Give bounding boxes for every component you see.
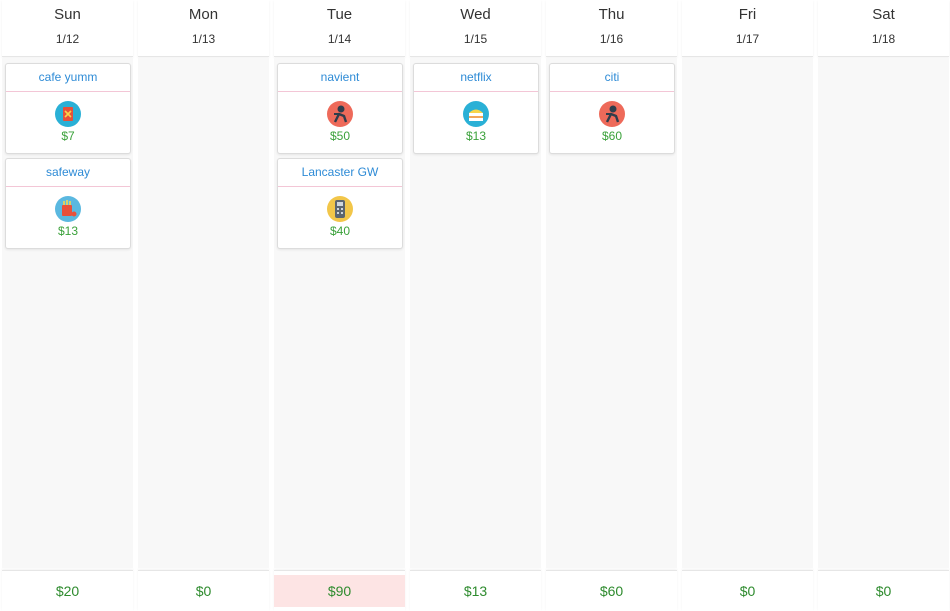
day-total: $13 [410, 570, 541, 611]
transaction-amount: $7 [61, 129, 75, 143]
day-column-fri: Fri 1/17 $0 [682, 0, 813, 611]
day-body: navient $50 Lancaster GW $40 [274, 58, 405, 568]
transaction-card[interactable]: safeway $13 [5, 158, 131, 249]
day-total: $90 [274, 570, 405, 611]
day-body: netflix $13 [410, 58, 541, 568]
day-name: Tue [326, 6, 353, 23]
transaction-card[interactable]: netflix $13 [413, 63, 539, 154]
transaction-title[interactable]: safeway [6, 159, 130, 187]
day-body [682, 58, 813, 568]
day-header: Fri 1/17 [682, 0, 813, 57]
day-name: Sun [54, 6, 81, 23]
transaction-title[interactable]: cafe yumm [6, 64, 130, 92]
day-total-amount: $0 [739, 583, 756, 599]
transaction-amount: $13 [465, 129, 487, 143]
cake-icon [463, 101, 489, 127]
food-drink-icon [55, 101, 81, 127]
transaction-amount: $13 [57, 224, 79, 238]
day-total-amount: $13 [463, 583, 488, 599]
day-header: Sat 1/18 [818, 0, 949, 57]
day-name: Thu [598, 6, 625, 23]
transaction-card[interactable]: Lancaster GW $40 [277, 158, 403, 249]
day-total: $0 [682, 570, 813, 611]
transaction-title[interactable]: citi [550, 64, 674, 92]
day-date: 1/17 [735, 32, 760, 46]
day-date: 1/16 [599, 32, 624, 46]
transaction-title[interactable]: netflix [414, 64, 538, 92]
day-header: Wed 1/15 [410, 0, 541, 57]
day-body: citi $60 [546, 58, 677, 568]
transaction-card[interactable]: citi $60 [549, 63, 675, 154]
day-column-thu: Thu 1/16 citi $60 $60 [546, 0, 677, 611]
day-total: $20 [2, 570, 133, 611]
transaction-amount: $50 [329, 129, 351, 143]
day-column-mon: Mon 1/13 $0 [138, 0, 269, 611]
day-total-amount: $0 [875, 583, 892, 599]
week-view: Sun 1/12 cafe yumm $7 safeway $13 $20 Mo… [0, 0, 950, 611]
person-icon [327, 101, 353, 127]
groceries-icon [55, 196, 81, 222]
day-total-amount: $20 [55, 583, 80, 599]
day-name: Fri [738, 6, 757, 23]
day-date: 1/12 [55, 32, 80, 46]
transaction-amount: $40 [329, 224, 351, 238]
day-name: Sat [872, 6, 895, 23]
person-icon [599, 101, 625, 127]
day-header: Mon 1/13 [138, 0, 269, 57]
day-total-amount: $90 [274, 575, 405, 607]
day-column-wed: Wed 1/15 netflix $13 $13 [410, 0, 541, 611]
day-name: Mon [188, 6, 219, 23]
transaction-card[interactable]: cafe yumm $7 [5, 63, 131, 154]
day-date: 1/14 [327, 32, 352, 46]
day-header: Thu 1/16 [546, 0, 677, 57]
transaction-title[interactable]: navient [278, 64, 402, 92]
day-header: Sun 1/12 [2, 0, 133, 57]
day-name: Wed [460, 6, 491, 23]
day-total: $0 [818, 570, 949, 611]
transaction-card[interactable]: navient $50 [277, 63, 403, 154]
day-column-sat: Sat 1/18 $0 [818, 0, 949, 611]
day-body: cafe yumm $7 safeway $13 [2, 58, 133, 568]
day-header: Tue 1/14 [274, 0, 405, 57]
transaction-title[interactable]: Lancaster GW [278, 159, 402, 187]
day-date: 1/18 [871, 32, 896, 46]
day-total: $60 [546, 570, 677, 611]
day-body [818, 58, 949, 568]
day-date: 1/15 [463, 32, 488, 46]
day-column-tue: Tue 1/14 navient $50 Lancaster GW $40 $9… [274, 0, 405, 611]
day-total: $0 [138, 570, 269, 611]
payment-terminal-icon [327, 196, 353, 222]
transaction-amount: $60 [601, 129, 623, 143]
day-total-amount: $60 [599, 583, 624, 599]
day-column-sun: Sun 1/12 cafe yumm $7 safeway $13 $20 [2, 0, 133, 611]
day-body [138, 58, 269, 568]
day-total-amount: $0 [195, 583, 212, 599]
day-date: 1/13 [191, 32, 216, 46]
